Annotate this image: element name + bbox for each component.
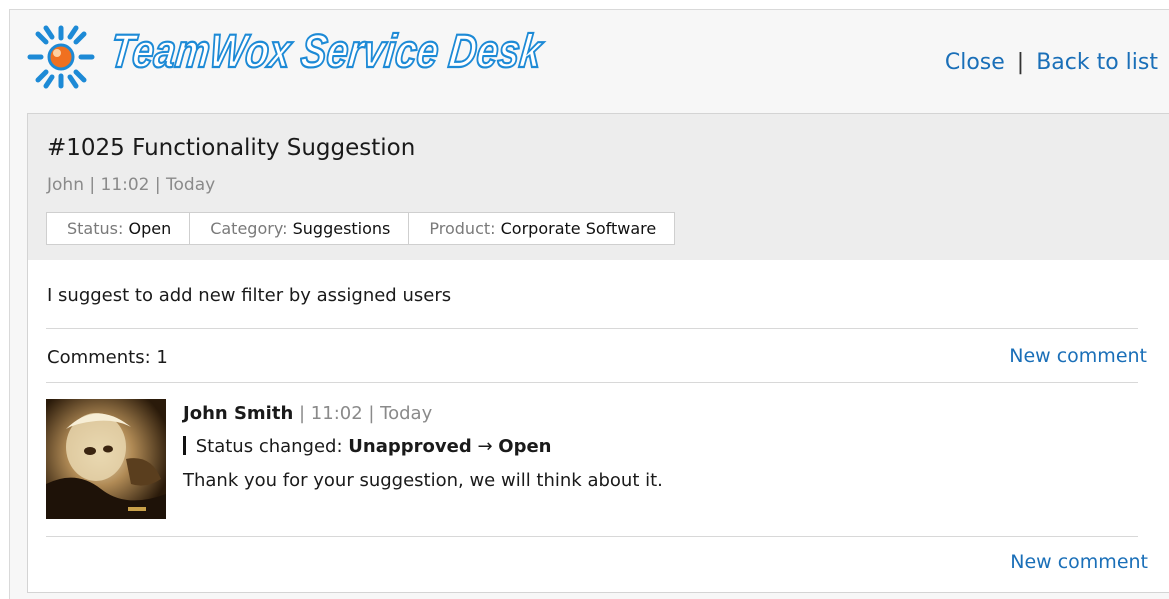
back-to-list-link[interactable]: Back to list <box>1036 50 1158 75</box>
comment-author[interactable]: John Smith <box>183 403 293 424</box>
top-links: Close | Back to list <box>945 50 1158 75</box>
category-key: Category: <box>210 219 288 238</box>
ticket-meta: John | 11:02 | Today <box>47 175 216 195</box>
new-comment-link-bottom[interactable]: New comment <box>1010 551 1148 573</box>
status-to: Open <box>498 436 552 457</box>
logo-text: TeamWox Service Desk <box>107 23 546 78</box>
divider <box>46 382 1138 383</box>
comment-header: John Smith | 11:02 | Today <box>183 403 432 424</box>
ticket-properties: Status: Open Category: Suggestions Produ… <box>46 212 676 245</box>
product-value: Corporate Software <box>500 219 657 238</box>
ticket-header: #1025 Functionality Suggestion John | 11… <box>28 114 1169 260</box>
comment-meta: | 11:02 | Today <box>299 403 433 424</box>
divider <box>46 536 1138 537</box>
category-value: Suggestions <box>292 219 391 238</box>
new-comment-link-top[interactable]: New comment <box>1009 345 1147 367</box>
product-key: Product: <box>429 219 496 238</box>
close-link[interactable]: Close <box>945 50 1005 75</box>
status-property: Status: Open <box>47 213 191 244</box>
ticket-body: I suggest to add new filter by assigned … <box>47 285 452 306</box>
status-from: Unapproved <box>348 436 472 457</box>
comment-text: Thank you for your suggestion, we will t… <box>183 470 663 491</box>
comments-count: Comments: 1 <box>47 347 168 368</box>
avatar-photo-icon <box>46 399 166 519</box>
ticket-title: #1025 Functionality Suggestion <box>47 135 416 161</box>
status-key: Status: <box>67 219 124 238</box>
sun-logo-icon <box>27 25 95 89</box>
ticket-panel: #1025 Functionality Suggestion John | 11… <box>27 113 1169 593</box>
status-change-marker <box>183 436 186 455</box>
status-value: Open <box>128 219 172 238</box>
status-change-prefix: Status changed: <box>195 436 343 457</box>
arrow-right-icon: → <box>477 436 493 457</box>
link-separator: | <box>1016 50 1025 75</box>
comment-status-change: Status changed: Unapproved → Open <box>183 436 551 457</box>
product-property: Product: Corporate Software <box>409 213 674 244</box>
category-property: Category: Suggestions <box>190 213 410 244</box>
teamwox-logo[interactable]: TeamWox Service Desk <box>26 23 545 89</box>
avatar <box>46 399 166 519</box>
page-frame: TeamWox Service Desk Close | Back to list … <box>9 9 1169 599</box>
page-header: TeamWox Service Desk Close | Back to list <box>10 10 1169 115</box>
divider <box>46 328 1138 329</box>
